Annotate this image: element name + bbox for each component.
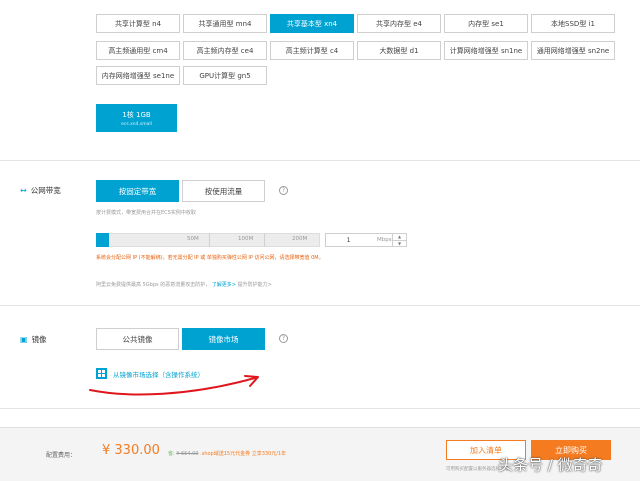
bandwidth-unit: Mbps xyxy=(377,237,392,243)
red-annotation-underline xyxy=(89,375,259,396)
total-price: ¥ 330.00 xyxy=(102,443,160,458)
spec-sub-label: ecs.xn4.small xyxy=(121,121,152,127)
instance-type-option[interactable]: 共享通用型 mn4 xyxy=(183,14,267,33)
image-market-label: 镜像市场 xyxy=(208,334,239,344)
ddos-learn-more-link[interactable]: 了解更多> xyxy=(212,282,236,288)
image-market-button[interactable]: 镜像市场 xyxy=(182,328,265,350)
fixed-bandwidth-button[interactable]: 按固定带宽 xyxy=(96,180,179,202)
bandwidth-stepper: ▲ ▼ xyxy=(392,234,406,246)
bandwidth-label-text: 公网带宽 xyxy=(30,186,61,195)
bandwidth-value: 1 xyxy=(346,236,351,244)
bandwidth-slider-track[interactable] xyxy=(96,233,320,247)
instance-type-option[interactable]: 大数据型 d1 xyxy=(357,41,441,60)
promo-text-2[interactable]: 立享330元/1年 xyxy=(250,451,286,457)
bandwidth-help-glyph: ? xyxy=(281,187,286,194)
instance-type-option[interactable]: 内存型 se1 xyxy=(444,14,528,33)
instance-type-option[interactable]: 计算网络增强型 sn1ne xyxy=(444,41,528,60)
instance-type-option[interactable]: 共享计算型 n4 xyxy=(96,14,180,33)
section-divider xyxy=(0,305,640,306)
decrement-icon[interactable]: ▼ xyxy=(393,239,406,247)
slider-tick-100m: 100M xyxy=(238,236,254,242)
instance-type-option[interactable]: 内存网络增强型 se1ne xyxy=(96,66,180,85)
traffic-billing-label: 按使用流量 xyxy=(204,186,243,196)
traffic-billing-button[interactable]: 按使用流量 xyxy=(182,180,265,202)
bandwidth-help-icon[interactable]: ? xyxy=(279,186,288,195)
image-icon: ▣ xyxy=(20,335,28,344)
instance-type-option[interactable]: 高主频通用型 cm4 xyxy=(96,41,180,60)
public-image-label: 公共镜像 xyxy=(122,334,153,344)
section-divider xyxy=(0,408,640,409)
ddos-upgrade-link[interactable]: 提升防护能力> xyxy=(238,282,272,288)
instance-type-option[interactable]: 高主频内存型 ce4 xyxy=(183,41,267,60)
original-price: ¥ 654.00 xyxy=(176,451,199,457)
discount-info: 省: ¥ 654.00 .shop域送15元代金券 立享330元/1年 xyxy=(168,450,286,457)
instance-type-option[interactable]: GPU计算型 gn5 xyxy=(183,66,267,85)
instance-type-option[interactable]: 本地SSD型 i1 xyxy=(531,14,615,33)
ddos-note: 阿里云免费提供最高 5Gbps 的恶意流量攻击防护， 了解更多> 提升防护能力> xyxy=(96,281,272,288)
public-image-button[interactable]: 公共镜像 xyxy=(96,328,179,350)
bandwidth-billing-note: 按计费模式，带宽费用合并在ECS实例中收取 xyxy=(96,210,196,216)
promo-text[interactable]: .shop域送15元代金券 xyxy=(199,451,250,457)
instance-type-option[interactable]: 共享内存型 e4 xyxy=(357,14,441,33)
spec-main-label: 1核 1GB xyxy=(122,110,151,119)
instance-type-option[interactable]: 高主频计算型 c4 xyxy=(270,41,354,60)
bandwidth-value-input[interactable]: 1 Mbps ▲ ▼ xyxy=(325,233,407,247)
instance-type-option[interactable]: 共享基本型 xn4 xyxy=(270,14,354,33)
ecs-purchase-page: 共享计算型 n4 共享通用型 mn4 共享基本型 xn4 共享内存型 e4 内存型 se… xyxy=(0,0,640,481)
image-help-glyph: ? xyxy=(281,335,286,342)
fixed-bandwidth-label: 按固定带宽 xyxy=(118,186,157,196)
cost-label: 配置费用： xyxy=(46,452,77,459)
bandwidth-icon: ↔ xyxy=(20,186,27,195)
slider-tick-200m: 200M xyxy=(292,236,308,242)
instance-spec-card[interactable]: 1核 1GB ecs.xn4.small xyxy=(96,104,177,132)
watermark: 头条号 / 微奇奇 xyxy=(498,456,603,474)
slider-tick-50m: 50M xyxy=(187,236,199,242)
image-label-text: 镜像 xyxy=(31,335,47,344)
slider-separator xyxy=(264,233,265,247)
bandwidth-section-label: ↔ 公网带宽 xyxy=(20,185,61,196)
bandwidth-slider-fill xyxy=(96,233,109,247)
instance-type-option[interactable]: 通用网络增强型 sn2ne xyxy=(531,41,615,60)
public-ip-warning: 系统会分配公网 IP (不能解绑)，若无需分配 IP 或 单独购买弹性公网 IP… xyxy=(96,255,324,261)
ddos-note-text: 阿里云免费提供最高 5Gbps 的恶意流量攻击防护， xyxy=(96,282,211,288)
image-section-label: ▣ 镜像 xyxy=(20,334,47,345)
image-help-icon[interactable]: ? xyxy=(279,334,288,343)
section-divider xyxy=(0,160,640,161)
slider-separator xyxy=(209,233,210,247)
